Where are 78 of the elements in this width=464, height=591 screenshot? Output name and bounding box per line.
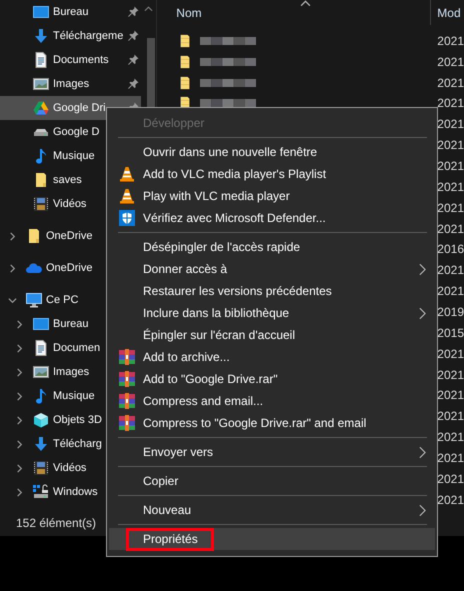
archive-books-icon <box>119 371 135 387</box>
date-cell-text: 2021 <box>436 388 464 402</box>
drive-triangle-icon <box>33 100 49 116</box>
date-cell-text: 2021 <box>436 492 464 507</box>
date-cell-text: 2021 <box>436 200 464 215</box>
chevron-right-icon[interactable] <box>8 264 17 272</box>
chevron-right-icon[interactable] <box>15 464 24 472</box>
folder-icon <box>178 32 192 49</box>
chevron-right-icon[interactable] <box>15 392 24 400</box>
date-cell-text: 2021 <box>436 409 464 424</box>
film-strip-icon <box>33 460 49 476</box>
chevron-right-icon[interactable] <box>15 416 24 424</box>
image-icon <box>33 76 49 92</box>
date-cell-text: 2021 <box>436 96 464 110</box>
chevron-right-icon[interactable] <box>8 232 17 240</box>
sidebar-item[interactable]: Images <box>0 72 142 96</box>
pixelated-name <box>200 36 256 45</box>
date-cell-text: 2021 <box>436 34 464 48</box>
network-drive-icon <box>33 484 49 500</box>
archive-books-icon <box>119 349 135 365</box>
date-cell-text: 2021 <box>436 222 464 236</box>
date-cell-text: 2021 <box>436 430 464 444</box>
sidebar-item[interactable]: Bureau <box>0 0 142 24</box>
chevron-right-icon[interactable] <box>15 440 24 448</box>
folder-icon <box>178 54 192 70</box>
date-cell-text: 2021 <box>436 117 464 132</box>
desktop-icon <box>33 4 49 20</box>
pin-icon[interactable] <box>128 54 139 65</box>
sidebar-item[interactable]: Téléchargeme <box>0 24 142 48</box>
shield-icon <box>119 210 135 226</box>
chevron-right-icon[interactable] <box>15 320 24 328</box>
folder-icon <box>26 228 42 244</box>
date-cell-text: 2021 <box>436 263 464 278</box>
desktop-icon <box>33 316 49 332</box>
date-cell-text: 2021 <box>436 76 464 90</box>
date-cell-text: 2021 <box>436 368 464 382</box>
date-cell-text: 2015 <box>436 326 464 340</box>
date-cell-text: 2021 <box>436 346 464 361</box>
chevron-down-icon[interactable] <box>8 296 17 304</box>
traffic-cone-icon <box>119 188 135 204</box>
music-note-icon <box>33 148 49 164</box>
date-cell-text: 2021 <box>436 450 464 465</box>
date-cell-text: 2021 <box>436 158 464 173</box>
date-cell-text: 2021 <box>436 180 464 194</box>
column-header[interactable]: Mod <box>431 0 461 25</box>
document-icon <box>33 52 49 68</box>
download-arrow-icon <box>33 28 49 44</box>
date-cell-text: 2019 <box>436 304 464 319</box>
date-cell-text: 2021 <box>436 54 464 69</box>
chevron-right-icon[interactable] <box>15 488 24 496</box>
item-count: 152 élément(s) <box>16 516 96 530</box>
traffic-cone-icon <box>119 166 135 182</box>
pin-icon[interactable] <box>128 78 139 89</box>
column-header[interactable]: Nom <box>157 0 430 25</box>
folder-icon <box>33 172 49 188</box>
date-cell-text: 2021 <box>436 138 464 152</box>
pixelated-name <box>200 78 256 86</box>
download-arrow-icon <box>33 436 49 452</box>
sidebar-item[interactable]: Documents <box>0 48 142 72</box>
date-cell-text: 2021 <box>436 472 464 486</box>
chevron-right-icon[interactable] <box>15 344 24 352</box>
folder-icon <box>178 74 192 90</box>
date-cell-text: 2021 <box>436 284 464 298</box>
image-icon <box>33 364 49 380</box>
cube-icon <box>33 412 49 428</box>
chevron-right-icon[interactable] <box>15 368 24 376</box>
menu-item[interactable]: Propriétés <box>109 528 435 550</box>
archive-books-icon <box>119 415 135 431</box>
film-strip-icon <box>33 196 49 212</box>
archive-books-icon <box>119 393 135 409</box>
pin-icon[interactable] <box>128 6 139 17</box>
document-icon <box>33 340 49 356</box>
music-note-icon <box>33 388 49 404</box>
date-cell-text: 2016 <box>436 242 464 256</box>
pin-icon[interactable] <box>128 30 139 41</box>
computer-monitor-icon <box>26 292 42 308</box>
pixelated-name <box>200 99 256 108</box>
pixelated-name <box>200 58 256 66</box>
